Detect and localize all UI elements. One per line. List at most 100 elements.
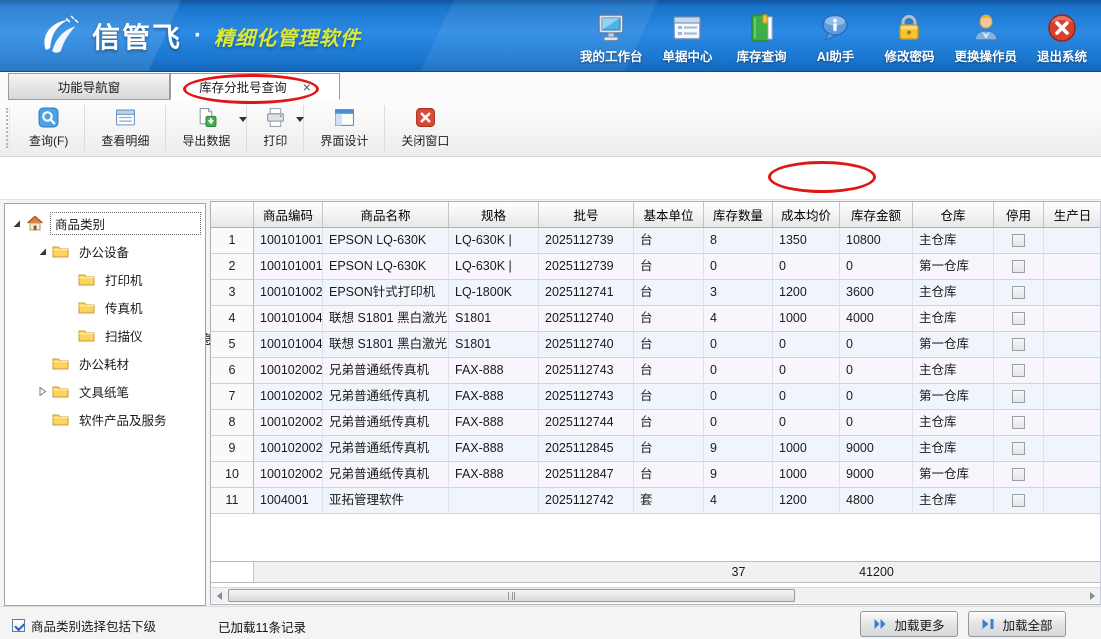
folder-icon	[52, 412, 69, 426]
toolbar-print-button[interactable]: 打印	[250, 103, 300, 153]
column-header-batch[interactable]: 批号	[539, 202, 634, 227]
cell-spec: S1801	[449, 306, 539, 332]
cell-amount: 9000	[840, 436, 913, 462]
column-header-amount[interactable]: 库存金额	[840, 202, 913, 227]
toolbar-separator	[303, 105, 304, 151]
table-row[interactable]: 111004001亚拓管理软件2025112742套412004800主仓库	[211, 488, 1100, 514]
cell-batch: 2025112740	[539, 332, 634, 358]
toolbar-query-button[interactable]: 查询(F)	[16, 103, 81, 153]
load-more-button[interactable]: 加载更多	[860, 611, 958, 637]
checkbox-box[interactable]	[12, 619, 25, 632]
column-header-warehouse[interactable]: 仓库	[913, 202, 994, 227]
tree-node[interactable]: 办公耗材	[5, 349, 205, 377]
tree-node[interactable]: 软件产品及服务	[5, 405, 205, 433]
column-header-unit[interactable]: 基本单位	[634, 202, 704, 227]
toolbar-view-detail-button[interactable]: 查看明细	[88, 103, 162, 153]
column-header-name[interactable]: 商品名称	[323, 202, 449, 227]
cell-price: 1350	[773, 228, 840, 254]
tree-node[interactable]: 扫描仪	[5, 321, 205, 349]
tree-node-label: 商品类别	[50, 212, 201, 235]
column-header-code[interactable]: 商品编码	[254, 202, 323, 227]
table-row[interactable]: 10100102002兄弟普通纸传真机FAX-8882025112847台910…	[211, 462, 1100, 488]
tree-node-label: 软件产品及服务	[75, 409, 171, 430]
nav-item-document-center[interactable]: 单据中心	[658, 12, 716, 65]
column-header-proddate[interactable]: 生产日	[1044, 202, 1101, 227]
table-row[interactable]: 8100102002兄弟普通纸传真机FAX-8882025112744台000主…	[211, 410, 1100, 436]
cell-disabled	[994, 384, 1044, 410]
cell-warehouse: 第一仓库	[913, 332, 994, 358]
scroll-left-arrow[interactable]	[211, 588, 227, 603]
status-bar: 商品类别选择包括下级 已加载11条记录 加载更多 加载全部	[0, 606, 1101, 639]
cell-qty: 0	[704, 384, 773, 410]
cell-code: 100101001	[254, 254, 323, 280]
table-row[interactable]: 9100102002兄弟普通纸传真机FAX-8882025112845台9100…	[211, 436, 1100, 462]
expander-expanded-icon[interactable]	[11, 219, 21, 228]
nav-item-inventory-query[interactable]: 库存查询	[732, 12, 790, 65]
cell-code: 100102002	[254, 436, 323, 462]
dropdown-arrow-icon[interactable]	[296, 117, 304, 122]
table-row[interactable]: 3100101002EPSON针式打印机LQ-1800K2025112741台3…	[211, 280, 1100, 306]
cell-proddate	[1044, 254, 1101, 280]
summary-row: 37 41200	[211, 561, 1100, 583]
view-detail-icon	[115, 107, 136, 128]
tree-node[interactable]: 商品类别	[5, 209, 205, 237]
nav-item-exit-system[interactable]: 退出系统	[1033, 12, 1091, 65]
cell-qty: 3	[704, 280, 773, 306]
tab-inventory-batch-query[interactable]: 库存分批号查询 ×	[170, 73, 340, 100]
disabled-checkbox	[1012, 338, 1025, 351]
toolbar-ui-design-button[interactable]: 界面设计	[307, 103, 381, 153]
tree-node[interactable]: 传真机	[5, 293, 205, 321]
tab-close-icon[interactable]: ×	[303, 80, 311, 94]
scrollbar-thumb[interactable]	[228, 589, 795, 602]
cell-qty: 0	[704, 358, 773, 384]
table-row[interactable]: 1100101001EPSON LQ-630KLQ-630K |20251127…	[211, 228, 1100, 254]
scroll-right-arrow[interactable]	[1084, 588, 1100, 603]
cell-unit: 台	[634, 384, 704, 410]
cell-spec: FAX-888	[449, 410, 539, 436]
nav-item-switch-operator[interactable]: 更换操作员	[954, 12, 1017, 65]
expander-expanded-icon[interactable]	[37, 247, 47, 256]
cell-qty: 0	[704, 332, 773, 358]
table-row[interactable]: 6100102002兄弟普通纸传真机FAX-8882025112743台000主…	[211, 358, 1100, 384]
column-header-price[interactable]: 成本均价	[773, 202, 840, 227]
horizontal-scrollbar[interactable]	[211, 587, 1100, 603]
table-row[interactable]: 7100102002兄弟普通纸传真机FAX-8882025112743台000第…	[211, 384, 1100, 410]
cell-disabled	[994, 410, 1044, 436]
cell-proddate	[1044, 332, 1101, 358]
toolbar-export-data-button[interactable]: 导出数据	[169, 103, 243, 153]
cell-batch: 2025112741	[539, 280, 634, 306]
column-header-qty[interactable]: 库存数量	[704, 202, 773, 227]
toolbar-grip[interactable]	[6, 108, 10, 148]
cell-price: 0	[773, 410, 840, 436]
load-all-button[interactable]: 加载全部	[968, 611, 1066, 637]
column-header-disabled[interactable]: 停用	[994, 202, 1044, 227]
table-row[interactable]: 5100101004联想 S1801 黑白激光S18012025112740台0…	[211, 332, 1100, 358]
cell-disabled	[994, 488, 1044, 514]
cell-spec: LQ-630K |	[449, 228, 539, 254]
home-icon	[26, 215, 44, 231]
app-header: 信管飞 · 精细化管理软件 我的工作台 单据中心	[0, 0, 1101, 72]
nav-item-change-password[interactable]: 修改密码	[880, 12, 938, 65]
cell-amount: 9000	[840, 462, 913, 488]
cell-proddate	[1044, 280, 1101, 306]
nav-item-workstation[interactable]: 我的工作台	[580, 12, 643, 65]
cell-warehouse: 第一仓库	[913, 462, 994, 488]
tab-bar: 功能导航窗 库存分批号查询 ×	[0, 72, 1101, 100]
cell-code: 100101004	[254, 306, 323, 332]
cell-code: 100102002	[254, 358, 323, 384]
column-header-spec[interactable]: 规格	[449, 202, 539, 227]
tab-function-nav[interactable]: 功能导航窗	[8, 73, 170, 100]
tree-node[interactable]: 文具纸笔	[5, 377, 205, 405]
toolbar-close-window-button[interactable]: 关闭窗口	[388, 103, 462, 153]
dropdown-arrow-icon[interactable]	[239, 117, 247, 122]
nav-item-ai-assistant[interactable]: AI助手	[806, 12, 864, 65]
table-row[interactable]: 2100101001EPSON LQ-630KLQ-630K |20251127…	[211, 254, 1100, 280]
expander-collapsed-icon[interactable]	[37, 387, 47, 396]
cell-code: 100102002	[254, 462, 323, 488]
include-sub-checkbox[interactable]: 商品类别选择包括下级	[12, 616, 156, 635]
table-row[interactable]: 4100101004联想 S1801 黑白激光S18012025112740台4…	[211, 306, 1100, 332]
cell-batch: 2025112845	[539, 436, 634, 462]
tree-node[interactable]: 打印机	[5, 265, 205, 293]
cell-unit: 台	[634, 410, 704, 436]
tree-node[interactable]: 办公设备	[5, 237, 205, 265]
